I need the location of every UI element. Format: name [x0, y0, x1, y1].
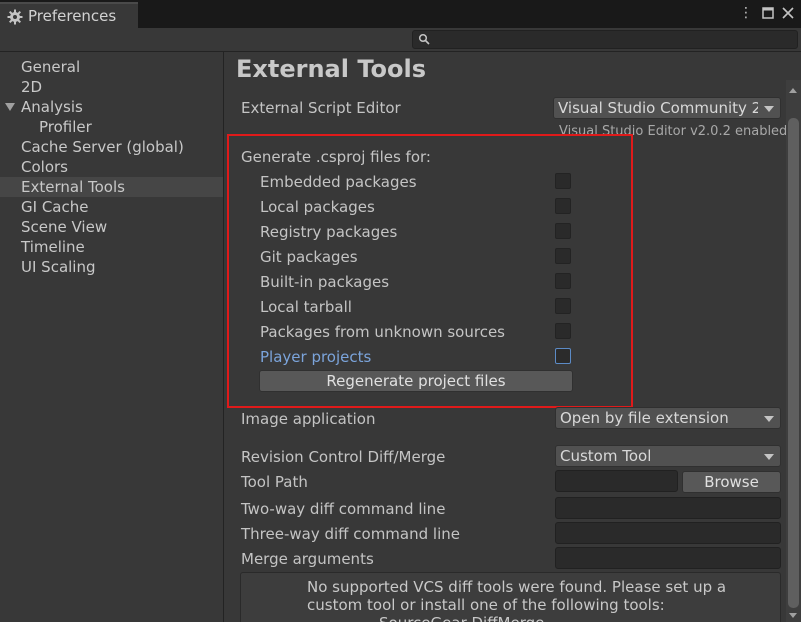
title-bar: Preferences ⋮ [0, 0, 801, 28]
tool-path-field[interactable] [555, 470, 678, 492]
player-projects-checkbox[interactable] [555, 348, 571, 364]
sidebar-item-gi-cache[interactable]: GI Cache [0, 197, 223, 217]
local-tarball-label: Local tarball [260, 298, 352, 316]
fold-down-icon[interactable] [5, 103, 15, 111]
unknown-sources-checkbox[interactable] [555, 323, 571, 339]
sidebar-item-ui-scaling[interactable]: UI Scaling [0, 257, 223, 277]
close-icon[interactable] [780, 4, 796, 22]
git-packages-checkbox[interactable] [555, 248, 571, 264]
revision-control-label: Revision Control Diff/Merge [241, 448, 446, 466]
sidebar-item-external-tools[interactable]: External Tools [0, 177, 223, 197]
scroll-up-icon[interactable] [789, 88, 797, 93]
image-application-dropdown[interactable]: Open by file extension [555, 407, 781, 429]
regenerate-project-files-button[interactable]: Regenerate project files [259, 370, 573, 392]
sidebar-item-timeline[interactable]: Timeline [0, 237, 223, 257]
unknown-sources-label: Packages from unknown sources [260, 323, 505, 341]
three-way-diff-label: Three-way diff command line [241, 525, 460, 543]
sidebar-item-scene-view[interactable]: Scene View [0, 217, 223, 237]
local-packages-label: Local packages [260, 198, 375, 216]
vcs-tool-name: SourceGear DiffMerge [307, 614, 544, 622]
sidebar-item-colors[interactable]: Colors [0, 157, 223, 177]
merge-arguments-field[interactable] [555, 547, 781, 569]
merge-arguments-label: Merge arguments [241, 550, 374, 568]
search-row [0, 28, 801, 52]
scrollbar[interactable] [786, 80, 801, 622]
sidebar-item-analysis[interactable]: Analysis [0, 97, 223, 117]
maximize-icon[interactable] [760, 4, 776, 22]
search-icon [418, 33, 430, 45]
more-options-icon[interactable]: ⋮ [738, 4, 754, 22]
git-packages-label: Git packages [260, 248, 358, 266]
tab-title: Preferences [28, 7, 117, 25]
script-editor-label: External Script Editor [241, 99, 401, 117]
csproj-heading: Generate .csproj files for: [241, 148, 431, 166]
external-tools-panel: External Tools External Script Editor Vi… [225, 52, 787, 622]
image-application-label: Image application [241, 410, 376, 428]
scrollbar-thumb[interactable] [788, 118, 799, 608]
search-input[interactable] [412, 30, 798, 49]
sidebar-item-cache-server[interactable]: Cache Server (global) [0, 137, 223, 157]
two-way-diff-field[interactable] [555, 497, 781, 519]
two-way-diff-label: Two-way diff command line [241, 500, 446, 518]
builtin-packages-label: Built-in packages [260, 273, 390, 291]
vcs-help-text: No supported VCS diff tools were found. … [307, 578, 777, 622]
image-application-value: Open by file extension [560, 409, 729, 427]
local-packages-checkbox[interactable] [555, 198, 571, 214]
page-title: External Tools [236, 55, 426, 83]
chevron-down-icon [764, 106, 774, 112]
script-editor-dropdown[interactable]: Visual Studio Community 2019 [553, 97, 781, 119]
browse-button[interactable]: Browse [682, 471, 781, 493]
revision-control-value: Custom Tool [560, 447, 652, 465]
preferences-tab[interactable]: Preferences [0, 2, 138, 28]
tool-path-label: Tool Path [241, 473, 308, 491]
vcs-help-box: No supported VCS diff tools were found. … [240, 572, 781, 622]
sidebar-item-general[interactable]: General [0, 57, 223, 77]
builtin-packages-checkbox[interactable] [555, 273, 571, 289]
registry-packages-label: Registry packages [260, 223, 398, 241]
sidebar-item-2d[interactable]: 2D [0, 77, 223, 97]
revision-control-dropdown[interactable]: Custom Tool [555, 445, 781, 467]
chevron-down-icon [764, 454, 774, 460]
gear-icon [7, 9, 23, 25]
chevron-down-icon [764, 416, 774, 422]
sidebar-item-profiler[interactable]: Profiler [0, 117, 223, 137]
embedded-packages-checkbox[interactable] [555, 173, 571, 189]
embedded-packages-label: Embedded packages [260, 173, 417, 191]
sidebar-item-label: Analysis [21, 98, 83, 116]
three-way-diff-field[interactable] [555, 522, 781, 544]
player-projects-label: Player projects [260, 348, 372, 366]
scroll-down-icon[interactable] [789, 613, 797, 618]
script-editor-value: Visual Studio Community 2019 [558, 99, 758, 117]
local-tarball-checkbox[interactable] [555, 298, 571, 314]
registry-packages-checkbox[interactable] [555, 223, 571, 239]
preferences-sidebar: General 2D Analysis Profiler Cache Serve… [0, 52, 224, 622]
